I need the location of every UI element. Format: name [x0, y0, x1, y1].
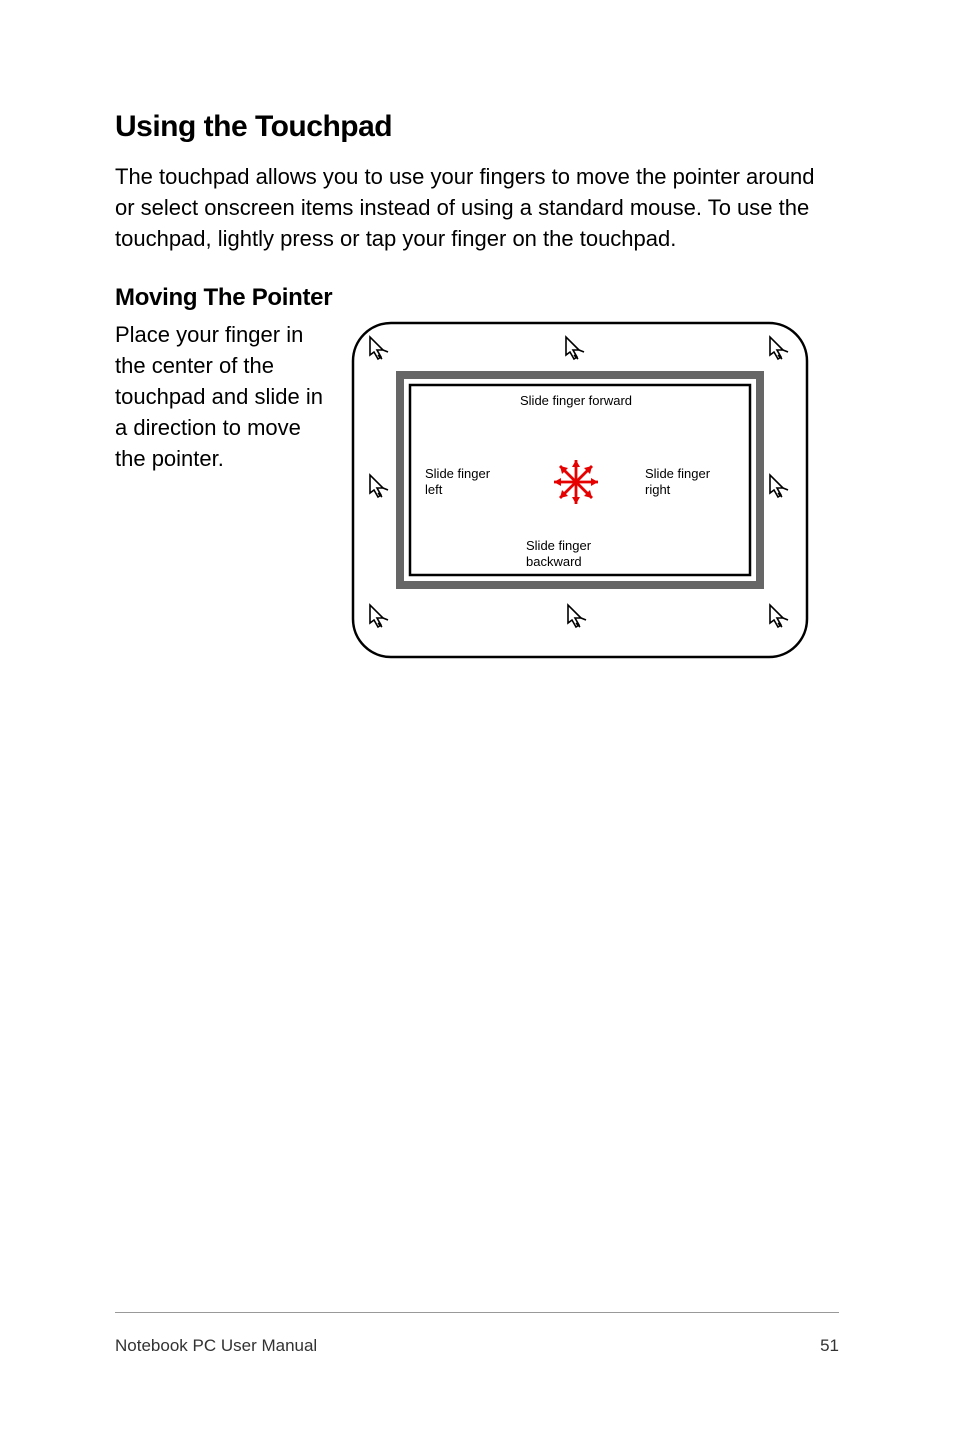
- footer-left: Notebook PC User Manual: [115, 1336, 317, 1356]
- page-heading: Using the Touchpad: [115, 110, 839, 144]
- cursor-icon: [770, 475, 788, 497]
- cursor-icon: [568, 605, 586, 627]
- label-left-1: Slide finger: [425, 466, 491, 481]
- label-backward-1: Slide finger: [526, 538, 592, 553]
- cursor-icon: [370, 475, 388, 497]
- subheading: Moving The Pointer: [115, 284, 839, 312]
- cursor-icon: [370, 605, 388, 627]
- direction-arrows-icon: [554, 460, 598, 504]
- label-left-2: left: [425, 482, 443, 497]
- label-right-1: Slide finger: [645, 466, 711, 481]
- side-instruction: Place your finger in the center of the t…: [115, 320, 330, 665]
- cursor-icon: [770, 337, 788, 359]
- cursor-icon: [370, 337, 388, 359]
- cursor-icon: [770, 605, 788, 627]
- label-backward-2: backward: [526, 554, 582, 569]
- touchpad-diagram: Slide finger forward Slide finger left S…: [350, 320, 839, 665]
- intro-paragraph: The touchpad allows you to use your fing…: [115, 162, 839, 254]
- page-number: 51: [820, 1336, 839, 1356]
- label-forward: Slide finger forward: [520, 393, 632, 408]
- label-right-2: right: [645, 482, 671, 497]
- footer-divider: [115, 1312, 839, 1313]
- cursor-icon: [566, 337, 584, 359]
